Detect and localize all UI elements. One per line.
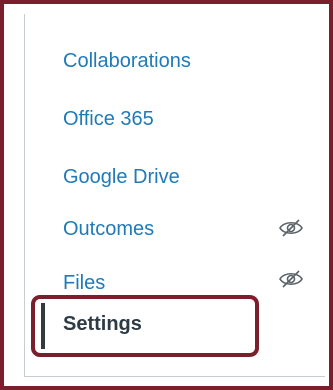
screenshot-frame: Collaborations Office 365 Google Drive O… <box>0 0 333 390</box>
nav-item-label: Collaborations <box>63 49 191 72</box>
eye-slash-icon[interactable] <box>278 219 304 237</box>
nav-item-label: Outcomes <box>63 217 155 240</box>
eye-slash-icon[interactable] <box>278 270 304 288</box>
settings-highlight: Settings <box>31 295 259 357</box>
nav-item-outcomes[interactable]: Outcomes <box>63 212 313 246</box>
nav-item-label: Google Drive <box>63 165 180 188</box>
nav-item-settings[interactable]: Settings <box>63 313 142 336</box>
nav-item-office-365[interactable]: Office 365 <box>63 102 313 136</box>
nav-item-label: Files <box>63 271 106 294</box>
nav-item-label: Office 365 <box>63 107 154 130</box>
active-indicator <box>41 303 45 349</box>
nav-item-collaborations[interactable]: Collaborations <box>63 44 313 78</box>
nav-item-google-drive[interactable]: Google Drive <box>63 160 313 194</box>
